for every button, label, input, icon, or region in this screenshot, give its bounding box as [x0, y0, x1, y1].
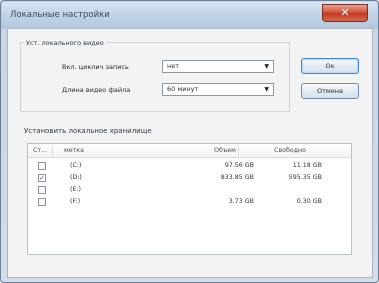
drive-free: 11.18 GB: [292, 162, 322, 169]
drive-free: 595.35 GB: [288, 174, 322, 181]
column-divider: [52, 146, 53, 156]
local-video-group: [20, 42, 290, 112]
column-divider: [238, 146, 239, 156]
table-row[interactable]: (F:) 3.73 GB 0.30 GB: [28, 197, 351, 208]
video-file-length-label: Длина видео файла: [62, 86, 131, 94]
column-header-status[interactable]: Ст...: [33, 147, 47, 154]
ok-button[interactable]: Ок: [301, 58, 359, 74]
storage-checkbox[interactable]: [38, 198, 46, 206]
drive-label: (E:): [70, 186, 82, 193]
storage-checkbox[interactable]: [38, 186, 46, 194]
close-icon: ✕: [340, 6, 350, 19]
storage-checkbox[interactable]: [38, 162, 46, 170]
drive-volume: 833.85 GB: [220, 174, 254, 181]
cyclic-recording-value: нет: [167, 62, 180, 70]
column-header-label[interactable]: метка: [64, 147, 84, 154]
drive-free: 0.30 GB: [296, 198, 322, 205]
video-file-length-select[interactable]: 60 минут ▼: [162, 83, 274, 96]
video-file-length-value: 60 минут: [167, 85, 199, 93]
cancel-button[interactable]: Отмена: [301, 83, 359, 99]
column-header-free[interactable]: Свободно: [274, 147, 306, 154]
dialog-client-area: Уст. локального видео Вкл. циклич запись…: [7, 28, 373, 278]
drive-volume: 3.73 GB: [228, 198, 254, 205]
drive-volume: 97.56 GB: [224, 162, 254, 169]
chevron-down-icon: ▼: [264, 63, 269, 70]
local-settings-dialog: Локальные настройки ✕ Уст. локального ви…: [0, 0, 379, 283]
storage-section-label: Установить локальное хранилище: [24, 127, 152, 135]
column-header-volume[interactable]: Объем: [214, 147, 236, 154]
drive-label: (C:): [70, 162, 82, 169]
title-bar: Локальные настройки ✕: [2, 2, 377, 28]
drive-label: (F:): [70, 198, 81, 205]
window-title: Локальные настройки: [10, 10, 110, 20]
drive-label: (D:): [70, 174, 82, 181]
table-header: Ст... метка Объем Свободно: [28, 144, 351, 158]
chevron-down-icon: ▼: [264, 86, 269, 93]
storage-checkbox[interactable]: ✓: [38, 174, 46, 182]
table-row[interactable]: (E:): [28, 185, 351, 196]
table-row[interactable]: ✓ (D:) 833.85 GB 595.35 GB: [28, 173, 351, 184]
cyclic-recording-select[interactable]: нет ▼: [162, 60, 274, 73]
storage-table: Ст... метка Объем Свободно (C:) 97.56 GB…: [27, 143, 352, 255]
local-video-group-label: Уст. локального видео: [24, 39, 106, 47]
table-row[interactable]: (C:) 97.56 GB 11.18 GB: [28, 161, 351, 172]
close-button[interactable]: ✕: [322, 4, 368, 22]
cyclic-recording-label: Вкл. циклич запись: [62, 63, 129, 71]
